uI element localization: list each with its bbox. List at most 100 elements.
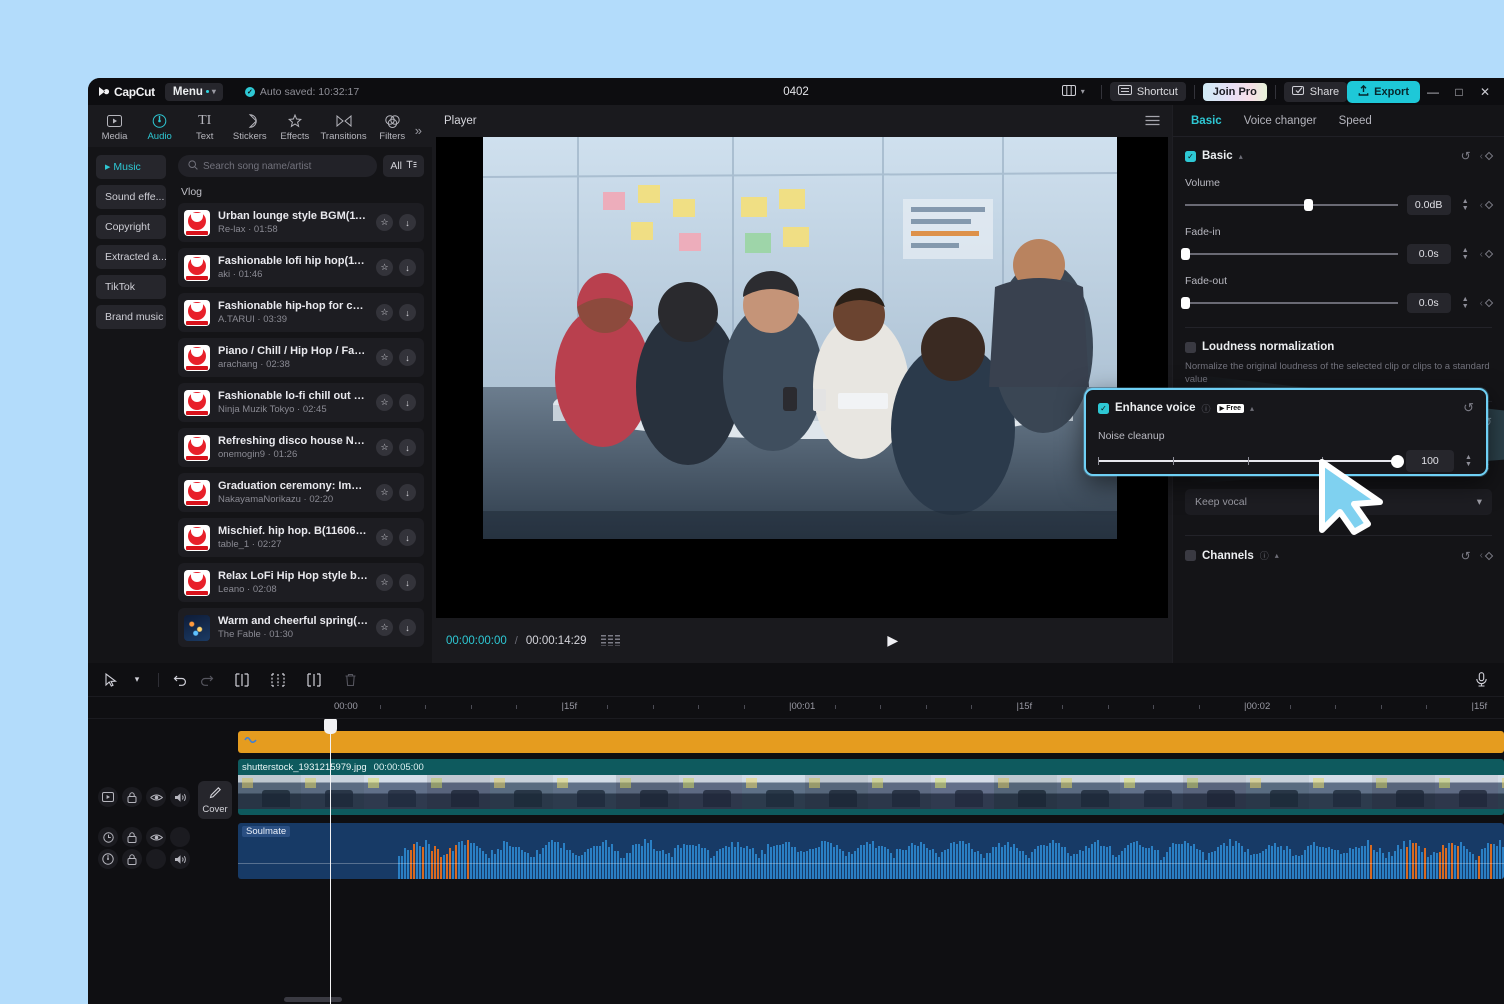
category-extracted-audio[interactable]: Extracted a...	[96, 245, 166, 269]
fade-out-slider[interactable]	[1185, 296, 1398, 310]
export-button[interactable]: Export	[1347, 81, 1420, 103]
favorite-icon[interactable]: ☆	[376, 574, 393, 591]
layout-switch-button[interactable]: ▾	[1054, 82, 1093, 102]
info-icon[interactable]: ⓘ	[1202, 402, 1211, 415]
tab-filters[interactable]: Filters	[370, 113, 415, 147]
filter-all-button[interactable]: All	[383, 155, 424, 177]
speaker-icon[interactable]	[170, 787, 190, 807]
audio-track-clip[interactable]: Soulmate	[238, 823, 1504, 879]
fade-out-value[interactable]: 0.0s	[1407, 293, 1451, 313]
menu-button[interactable]: Menu ▾	[165, 83, 223, 101]
cover-button[interactable]: Cover	[198, 781, 232, 819]
download-icon[interactable]: ↓	[399, 214, 416, 231]
join-pro-button[interactable]: Join Pro	[1203, 83, 1267, 101]
song-list-item[interactable]: Urban lounge style BGM(114... Re-lax · 01…	[178, 203, 424, 242]
minimize-button[interactable]: —	[1420, 81, 1446, 103]
info-icon[interactable]: ⓘ	[1260, 549, 1269, 562]
callout-enhance-voice-checkbox[interactable]: ✓	[1098, 403, 1109, 414]
song-list-item[interactable]: Graduation ceremony: Impre... NakayamaNor…	[178, 473, 424, 512]
song-list-item[interactable]: Refreshing disco house Nori ... onemogin9…	[178, 428, 424, 467]
song-list-item[interactable]: Piano / Chill / Hip Hop / Fas... arachang…	[178, 338, 424, 377]
download-icon[interactable]: ↓	[399, 439, 416, 456]
play-button[interactable]: ▶	[887, 632, 898, 649]
tab-stickers[interactable]: Stickers	[227, 113, 272, 147]
search-box[interactable]	[178, 155, 377, 177]
tab-effects[interactable]: Effects	[272, 113, 317, 147]
song-list-item[interactable]: Relax LoFi Hip Hop style bea... Leano · 0…	[178, 563, 424, 602]
song-list-item[interactable]: Fashionable lo-fi chill out R ... Ninja M…	[178, 383, 424, 422]
category-music[interactable]: ▶ Music	[96, 155, 166, 179]
category-brand-music[interactable]: Brand music	[96, 305, 166, 329]
download-icon[interactable]: ↓	[399, 304, 416, 321]
timeline-ruler[interactable]: 00:00 |15f |00:01 |15f |00:02 |15f	[88, 697, 1504, 719]
volume-slider[interactable]	[1185, 198, 1398, 212]
song-list-item[interactable]: Fashionable hip-hop for com... A.TARUI · …	[178, 293, 424, 332]
download-icon[interactable]: ↓	[399, 529, 416, 546]
favorite-icon[interactable]: ☆	[376, 304, 393, 321]
shortcut-button[interactable]: Shortcut	[1110, 82, 1186, 101]
download-icon[interactable]: ↓	[399, 574, 416, 591]
share-button[interactable]: Share	[1284, 82, 1347, 102]
close-button[interactable]: ✕	[1472, 81, 1498, 103]
reset-icon[interactable]: ↺	[1461, 149, 1471, 163]
tab-transitions[interactable]: Transitions	[317, 113, 369, 147]
favorite-icon[interactable]: ☆	[376, 214, 393, 231]
grid-icon[interactable]	[601, 635, 620, 646]
playhead-handle[interactable]	[324, 719, 337, 734]
delete-icon[interactable]	[337, 667, 363, 693]
favorite-icon[interactable]: ☆	[376, 439, 393, 456]
tab-text[interactable]: TI Text	[182, 113, 227, 147]
timeline-scrollbar[interactable]	[284, 997, 342, 1002]
tab-speed[interactable]: Speed	[1339, 115, 1372, 127]
tab-audio[interactable]: Audio	[137, 113, 182, 147]
download-icon[interactable]: ↓	[399, 394, 416, 411]
microphone-icon[interactable]	[1468, 667, 1494, 693]
download-icon[interactable]: ↓	[399, 484, 416, 501]
redo-icon[interactable]	[193, 667, 219, 693]
playhead[interactable]	[330, 719, 331, 1004]
search-input[interactable]	[203, 161, 367, 172]
chevron-up-icon[interactable]: ▴	[1239, 152, 1243, 161]
speaker-icon[interactable]	[170, 849, 190, 869]
loudness-checkbox[interactable]	[1185, 342, 1196, 353]
fade-in-slider[interactable]	[1185, 247, 1398, 261]
audio-track-icon[interactable]	[98, 849, 118, 869]
fade-in-keyframe[interactable]: ‹	[1480, 249, 1492, 260]
callout-stepper[interactable]: ▲ ▼	[1463, 454, 1474, 468]
favorite-icon[interactable]: ☆	[376, 619, 393, 636]
lock-icon[interactable]	[122, 849, 142, 869]
lock-icon[interactable]	[122, 827, 142, 847]
chevron-up-icon[interactable]: ▴	[1275, 551, 1279, 560]
fade-in-stepper[interactable]: ▲ ▼	[1460, 247, 1471, 261]
reset-icon[interactable]: ↺	[1461, 549, 1471, 563]
channels-keyframe[interactable]: ‹	[1480, 550, 1492, 561]
effect-track-clip[interactable]	[238, 731, 1504, 753]
song-list-item[interactable]: Warm and cheerful spring(14... The Fable …	[178, 608, 424, 647]
lock-icon[interactable]	[122, 787, 142, 807]
favorite-icon[interactable]: ☆	[376, 529, 393, 546]
trim-right-icon[interactable]	[301, 667, 327, 693]
keyframe-control[interactable]: ‹	[1480, 151, 1492, 162]
select-dropdown-icon[interactable]: ▾	[124, 667, 150, 693]
download-icon[interactable]: ↓	[399, 619, 416, 636]
chevron-up-icon[interactable]: ▴	[1250, 404, 1254, 413]
eye-icon[interactable]	[146, 787, 166, 807]
fade-in-value[interactable]: 0.0s	[1407, 244, 1451, 264]
favorite-icon[interactable]: ☆	[376, 394, 393, 411]
trim-left-icon[interactable]	[265, 667, 291, 693]
more-tabs-button[interactable]: »	[415, 123, 422, 147]
download-icon[interactable]: ↓	[399, 349, 416, 366]
fade-out-keyframe[interactable]: ‹	[1480, 298, 1492, 309]
favorite-icon[interactable]: ☆	[376, 484, 393, 501]
player-menu-icon[interactable]	[1145, 114, 1160, 129]
callout-value[interactable]: 100	[1406, 450, 1454, 472]
song-list-item[interactable]: Mischief. hip hop. B(1160627) table_1 · 0…	[178, 518, 424, 557]
tab-basic[interactable]: Basic	[1191, 115, 1222, 127]
eye-icon[interactable]	[146, 827, 166, 847]
select-tool-icon[interactable]	[98, 667, 124, 693]
download-icon[interactable]: ↓	[399, 259, 416, 276]
maximize-button[interactable]: □	[1446, 81, 1472, 103]
category-copyright[interactable]: Copyright	[96, 215, 166, 239]
split-icon[interactable]	[229, 667, 255, 693]
tab-media[interactable]: Media	[92, 113, 137, 147]
